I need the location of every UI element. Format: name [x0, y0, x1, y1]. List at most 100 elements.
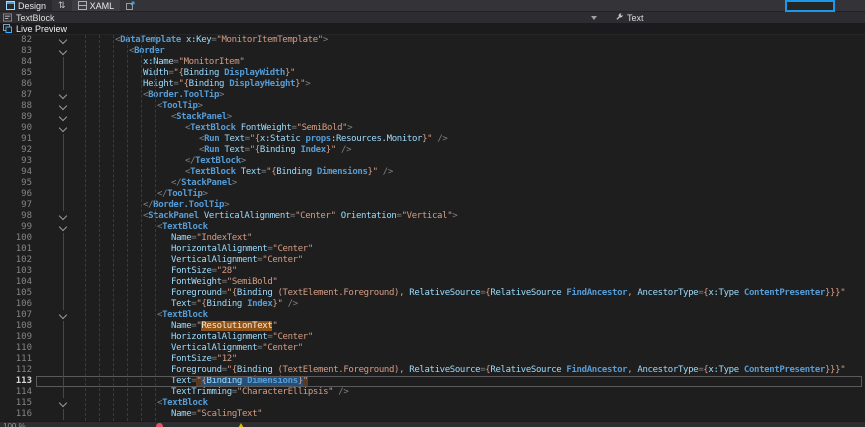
code-line[interactable]: 111 FontSize="12"	[0, 354, 865, 365]
line-number[interactable]: 97	[0, 200, 36, 211]
line-number[interactable]: 96	[0, 189, 36, 200]
code-text[interactable]: Height="{Binding DisplayHeight}">	[80, 79, 862, 90]
code-line[interactable]: 98<StackPanel VerticalAlignment="Center"…	[0, 211, 865, 222]
outline-margin[interactable]	[36, 354, 80, 365]
code-text[interactable]: FontSize="12"	[80, 354, 862, 365]
collapse-chevron-icon[interactable]	[59, 223, 67, 231]
code-line[interactable]: 93</TextBlock>	[0, 156, 865, 167]
code-text[interactable]: <Border.ToolTip>	[80, 90, 862, 101]
code-text[interactable]: Foreground="{Binding (TextElement.Foregr…	[80, 365, 862, 376]
code-line[interactable]: 83<Border	[0, 46, 865, 57]
code-line[interactable]: 95</StackPanel>	[0, 178, 865, 189]
code-line[interactable]: 105Foreground="{Binding (TextElement.For…	[0, 288, 865, 299]
outline-margin[interactable]	[36, 409, 80, 420]
outline-margin[interactable]	[36, 376, 80, 387]
warning-icon[interactable]	[237, 423, 245, 427]
outline-margin[interactable]	[36, 332, 80, 343]
line-number[interactable]: 98	[0, 211, 36, 222]
code-line[interactable]: 88<ToolTip>	[0, 101, 865, 112]
line-number[interactable]: 99	[0, 222, 36, 233]
line-number[interactable]: 113	[0, 376, 36, 387]
code-line[interactable]: 108Name="ResolutionText"	[0, 321, 865, 332]
code-line[interactable]: 90<TextBlock FontWeight="SemiBold">	[0, 123, 865, 134]
error-icon[interactable]	[156, 423, 163, 427]
code-line[interactable]: 112 Foreground="{Binding (TextElement.For…	[0, 365, 865, 376]
outline-margin[interactable]	[36, 244, 80, 255]
outline-margin[interactable]	[36, 35, 80, 46]
outline-margin[interactable]	[36, 189, 80, 200]
line-number[interactable]: 100	[0, 233, 36, 244]
line-number[interactable]: 106	[0, 299, 36, 310]
code-line[interactable]: 106Text="{Binding Index}" />	[0, 299, 865, 310]
line-number[interactable]: 111	[0, 354, 36, 365]
code-text[interactable]: VerticalAlignment="Center"	[80, 343, 862, 354]
code-text[interactable]: Text="{Binding Dimensions}"	[80, 376, 862, 387]
line-number[interactable]: 103	[0, 266, 36, 277]
outline-margin[interactable]	[36, 123, 80, 134]
code-text[interactable]: <TextBlock	[80, 310, 862, 321]
outline-margin[interactable]	[36, 387, 80, 398]
code-line[interactable]: 104FontWeight="SemiBold"	[0, 277, 865, 288]
element-selector[interactable]: TextBlock	[0, 13, 601, 23]
line-number[interactable]: 92	[0, 145, 36, 156]
outline-margin[interactable]	[36, 101, 80, 112]
outline-margin[interactable]	[36, 365, 80, 376]
outline-margin[interactable]	[36, 222, 80, 233]
code-line[interactable]: 115 <TextBlock	[0, 398, 865, 409]
code-line[interactable]: 89<StackPanel>	[0, 112, 865, 123]
collapse-chevron-icon[interactable]	[59, 212, 67, 220]
outline-margin[interactable]	[36, 178, 80, 189]
line-number[interactable]: 89	[0, 112, 36, 123]
swap-views-icon[interactable]: ⇅	[52, 0, 72, 11]
line-number[interactable]: 94	[0, 167, 36, 178]
line-number[interactable]: 84	[0, 57, 36, 68]
outline-margin[interactable]	[36, 46, 80, 57]
focused-toolbar-item[interactable]	[785, 0, 835, 12]
outline-margin[interactable]	[36, 167, 80, 178]
code-text[interactable]: x:Name="MonitorItem"	[80, 57, 862, 68]
code-text[interactable]: Name="ScalingText"	[80, 409, 862, 420]
live-preview-label[interactable]: Live Preview	[16, 24, 67, 34]
line-number[interactable]: 102	[0, 255, 36, 266]
outline-margin[interactable]	[36, 156, 80, 167]
code-text[interactable]: <DataTemplate x:Key="MonitorItemTemplate…	[80, 35, 862, 46]
code-text[interactable]: <Run Text="{x:Static props:Resources.Mon…	[80, 134, 862, 145]
code-line[interactable]: 91 <Run Text="{x:Static props:Resources.M…	[0, 134, 865, 145]
code-line[interactable]: 100Name="IndexText"	[0, 233, 865, 244]
code-line[interactable]: 99 <TextBlock	[0, 222, 865, 233]
code-line[interactable]: 107<TextBlock	[0, 310, 865, 321]
line-number[interactable]: 87	[0, 90, 36, 101]
line-number[interactable]: 101	[0, 244, 36, 255]
line-number[interactable]: 91	[0, 134, 36, 145]
line-number[interactable]: 95	[0, 178, 36, 189]
outline-margin[interactable]	[36, 288, 80, 299]
code-text[interactable]: <TextBlock	[80, 398, 862, 409]
code-line[interactable]: 97</Border.ToolTip>	[0, 200, 865, 211]
outline-margin[interactable]	[36, 200, 80, 211]
outline-margin[interactable]	[36, 145, 80, 156]
outline-margin[interactable]	[36, 266, 80, 277]
tab-xaml[interactable]: XAML	[72, 0, 121, 11]
code-line[interactable]: 85Width="{Binding DisplayWidth}"	[0, 68, 865, 79]
line-number[interactable]: 112	[0, 365, 36, 376]
collapse-chevron-icon[interactable]	[59, 124, 67, 132]
line-number[interactable]: 86	[0, 79, 36, 90]
code-text[interactable]: TextTrimming="CharacterEllipsis" />	[80, 387, 862, 398]
outline-margin[interactable]	[36, 277, 80, 288]
outline-margin[interactable]	[36, 255, 80, 266]
line-number[interactable]: 93	[0, 156, 36, 167]
outline-margin[interactable]	[36, 68, 80, 79]
outline-margin[interactable]	[36, 398, 80, 409]
tab-design[interactable]: Design	[0, 0, 52, 11]
code-line[interactable]: 109HorizontalAlignment="Center"	[0, 332, 865, 343]
code-text[interactable]: <TextBlock FontWeight="SemiBold">	[80, 123, 862, 134]
code-line[interactable]: 103 FontSize="28"	[0, 266, 865, 277]
code-text[interactable]: <TextBlock	[80, 222, 862, 233]
code-text[interactable]: FontSize="28"	[80, 266, 862, 277]
outline-margin[interactable]	[36, 112, 80, 123]
line-number[interactable]: 115	[0, 398, 36, 409]
code-text[interactable]: VerticalAlignment="Center"	[80, 255, 862, 266]
collapse-chevron-icon[interactable]	[59, 399, 67, 407]
code-text[interactable]: </ToolTip>	[80, 189, 862, 200]
code-line[interactable]: 92<Run Text="{Binding Index}" />	[0, 145, 865, 156]
